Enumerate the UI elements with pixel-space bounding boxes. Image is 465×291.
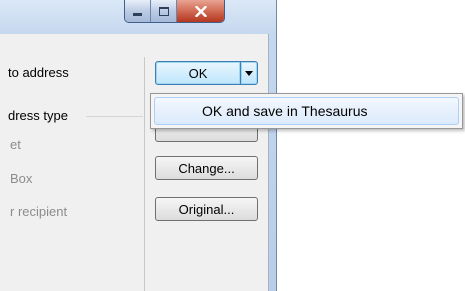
title-bar xyxy=(0,0,276,34)
group-divider xyxy=(86,116,143,117)
close-button[interactable] xyxy=(177,0,224,22)
screen: to address dress type et Box r recipient… xyxy=(0,0,465,291)
original-button[interactable]: Original... xyxy=(155,197,258,221)
maximize-icon xyxy=(158,6,169,16)
ok-button[interactable]: OK xyxy=(155,61,241,85)
address-type-group-title: dress type xyxy=(8,108,68,123)
ok-dropdown-menu: OK and save in Thesaurus xyxy=(150,93,463,129)
menu-item-ok-and-save-in-thesaurus[interactable]: OK and save in Thesaurus xyxy=(154,97,459,125)
chevron-down-icon xyxy=(245,70,253,76)
minimize-icon xyxy=(133,12,142,16)
address-type-option-1[interactable]: et xyxy=(10,137,21,152)
caption-buttons xyxy=(124,0,225,23)
address-type-option-3[interactable]: r recipient xyxy=(10,204,67,219)
dialog-window xyxy=(0,0,277,291)
maximize-button[interactable] xyxy=(151,0,177,22)
close-x-icon xyxy=(194,5,207,17)
to-address-label: to address xyxy=(8,65,69,80)
address-type-option-2[interactable]: Box xyxy=(10,171,32,186)
change-button[interactable]: Change... xyxy=(155,156,258,180)
ok-dropdown-button[interactable] xyxy=(240,61,258,85)
minimize-button[interactable] xyxy=(125,0,151,22)
vertical-separator xyxy=(144,57,145,291)
